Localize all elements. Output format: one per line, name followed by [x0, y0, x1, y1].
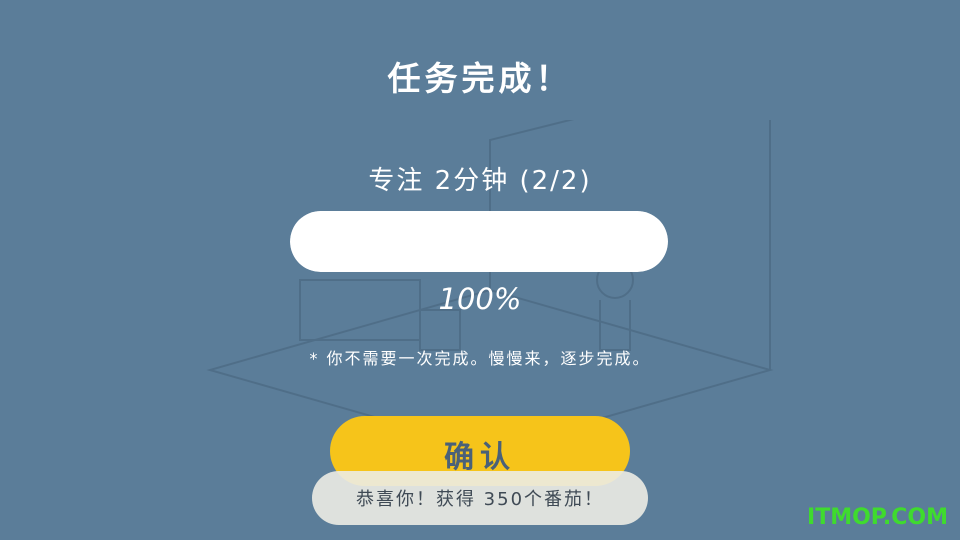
task-label: 专注 2分钟 (2/2): [368, 166, 592, 196]
progress-bar: [290, 211, 668, 272]
progress-fill: [290, 211, 668, 272]
hint-text: * 你不需要一次完成。慢慢来，逐步完成。: [309, 349, 651, 368]
progress-percent: 100%: [438, 282, 522, 316]
reward-toast: 恭喜你！获得 350个番茄！: [312, 471, 648, 525]
toast-message: 恭喜你！获得 350个番茄！: [355, 489, 605, 510]
dialog-title: 任务完成！: [387, 59, 573, 98]
watermark-logo: ITMOP.COM: [807, 505, 948, 530]
